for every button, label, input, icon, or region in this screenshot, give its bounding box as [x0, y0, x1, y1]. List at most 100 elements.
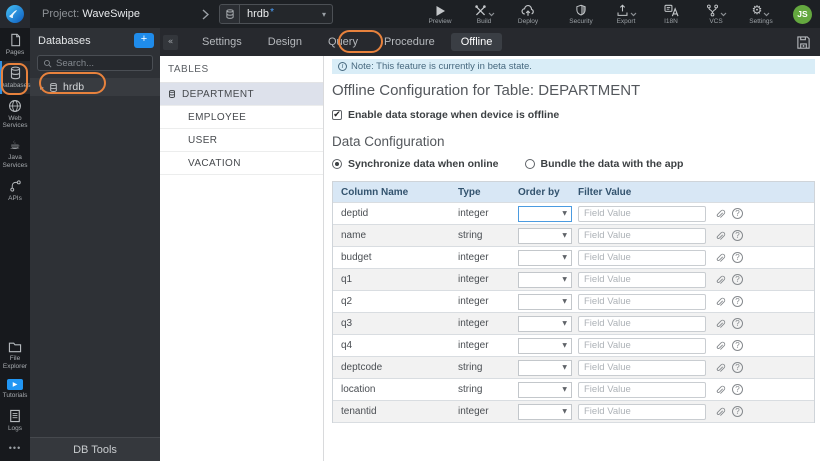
sidebar-item-databases[interactable]: Databases	[0, 60, 31, 94]
enable-offline-checkbox[interactable]: ✔	[332, 110, 342, 120]
db-tools-button[interactable]: DB Tools	[30, 437, 160, 461]
app-logo[interactable]	[0, 0, 30, 28]
offline-config-panel: i Note: This feature is currently in bet…	[324, 56, 820, 461]
help-icon[interactable]: ?	[732, 362, 743, 373]
filter-value-input[interactable]	[578, 205, 706, 222]
order-by-select[interactable]: ▼	[518, 293, 572, 310]
filter-value-input[interactable]	[578, 337, 706, 354]
column-name: q3	[341, 318, 353, 329]
bind-field-icon[interactable]	[714, 296, 726, 308]
help-icon[interactable]: ?	[732, 296, 743, 307]
table-item-department[interactable]: DEPARTMENT	[160, 83, 323, 106]
bind-field-icon[interactable]	[714, 252, 726, 264]
logs-icon	[9, 409, 21, 423]
database-selector[interactable]: hrdb * ▾	[219, 4, 334, 24]
sidebar-more-button[interactable]: •••	[0, 437, 30, 461]
caret-down-icon	[720, 12, 726, 16]
expand-arrow-icon[interactable]: ▸	[40, 83, 44, 92]
order-by-select[interactable]: ▼	[518, 315, 572, 332]
tab-bar: « Settings Design Query Procedure Offlin…	[160, 28, 820, 56]
sidebar-item-logs[interactable]: Logs	[0, 404, 30, 437]
sidebar-item-file-explorer[interactable]: File Explorer	[0, 336, 30, 375]
sidebar-item-apis[interactable]: APIs	[0, 174, 30, 207]
collapse-panel-button[interactable]: «	[163, 34, 178, 50]
caret-down-icon	[763, 12, 770, 16]
table-item-user[interactable]: USER	[160, 129, 323, 152]
sidebar-item-web-services[interactable]: Web Services	[0, 94, 30, 135]
help-icon[interactable]: ?	[732, 318, 743, 329]
help-icon[interactable]: ?	[732, 274, 743, 285]
help-icon[interactable]: ?	[732, 340, 743, 351]
sidebar-item-java-services[interactable]: ☕ Java Services	[0, 134, 30, 174]
radio-bundle-with-app[interactable]: Bundle the data with the app	[524, 158, 683, 170]
order-by-select[interactable]: ▼	[518, 271, 572, 288]
bind-field-icon[interactable]	[714, 340, 726, 352]
page-title: Offline Configuration for Table: DEPARTM…	[332, 82, 641, 99]
settings-button[interactable]: ⚙ Settings	[746, 3, 776, 25]
help-icon[interactable]: ?	[732, 208, 743, 219]
filter-value-input[interactable]	[578, 271, 706, 288]
database-search[interactable]	[37, 55, 153, 71]
table-row: tenantid integer ▼ ?	[333, 401, 814, 423]
filter-value-input[interactable]	[578, 293, 706, 310]
help-icon[interactable]: ?	[732, 384, 743, 395]
build-button[interactable]: Build	[469, 4, 499, 25]
table-row: q4 integer ▼ ?	[333, 335, 814, 357]
table-row: deptid integer ▼ ?	[333, 203, 814, 225]
bind-field-icon[interactable]	[714, 318, 726, 330]
order-by-select[interactable]: ▼	[518, 381, 572, 398]
help-icon[interactable]: ?	[732, 230, 743, 241]
bind-field-icon[interactable]	[714, 362, 726, 374]
help-icon[interactable]: ?	[732, 406, 743, 417]
tab-query[interactable]: Query	[318, 33, 368, 51]
table-item-vacation[interactable]: VACATION	[160, 152, 323, 175]
filter-value-input[interactable]	[578, 381, 706, 398]
database-tree-item-hrdb[interactable]: ▸ hrdb	[30, 78, 160, 96]
table-row: deptcode string ▼ ?	[333, 357, 814, 379]
sidebar-item-pages[interactable]: Pages	[0, 28, 30, 61]
bind-field-icon[interactable]	[714, 406, 726, 418]
order-by-select[interactable]: ▼	[518, 205, 572, 222]
help-icon[interactable]: ?	[732, 252, 743, 263]
order-by-select[interactable]: ▼	[518, 249, 572, 266]
table-item-employee[interactable]: EMPLOYEE	[160, 106, 323, 129]
add-database-button[interactable]: +	[134, 33, 154, 48]
order-by-select[interactable]: ▼	[518, 337, 572, 354]
order-by-select[interactable]: ▼	[518, 227, 572, 244]
tab-settings[interactable]: Settings	[192, 33, 252, 51]
filter-value-input[interactable]	[578, 359, 706, 376]
tab-offline[interactable]: Offline	[450, 33, 503, 51]
wavemaker-studio: Project: WaveSwipe hrdb * ▾ Preview Buil…	[0, 0, 820, 461]
column-name: q1	[341, 274, 353, 285]
tab-design[interactable]: Design	[258, 33, 312, 51]
column-type: integer	[458, 252, 489, 263]
preview-button[interactable]: Preview	[425, 4, 455, 25]
column-type: integer	[458, 208, 489, 219]
filter-value-input[interactable]	[578, 403, 706, 420]
bind-field-icon[interactable]	[714, 230, 726, 242]
user-avatar[interactable]: JS	[793, 4, 812, 24]
vcs-button[interactable]: VCS	[701, 4, 731, 25]
radio-icon	[332, 159, 342, 169]
deploy-button[interactable]: Deploy	[513, 4, 543, 25]
security-button[interactable]: Security	[566, 4, 596, 25]
order-by-select[interactable]: ▼	[518, 359, 572, 376]
filter-value-input[interactable]	[578, 249, 706, 266]
bind-field-icon[interactable]	[714, 384, 726, 396]
filter-value-input[interactable]	[578, 227, 706, 244]
radio-synchronize-online[interactable]: Synchronize data when online	[332, 158, 499, 170]
sidebar-item-tutorials[interactable]: ▶ Tutorials	[0, 374, 30, 404]
filter-value-input[interactable]	[578, 315, 706, 332]
translate-icon	[663, 4, 679, 17]
tables-panel-title: TABLES	[160, 56, 323, 83]
i18n-button[interactable]: I18N	[656, 4, 686, 25]
bind-field-icon[interactable]	[714, 208, 726, 220]
save-icon[interactable]	[796, 35, 811, 50]
tab-procedure[interactable]: Procedure	[374, 33, 445, 51]
export-button[interactable]: Export	[611, 3, 641, 25]
search-input[interactable]	[56, 57, 147, 69]
bind-field-icon[interactable]	[714, 274, 726, 286]
panel-title: Databases	[38, 34, 91, 47]
order-by-select[interactable]: ▼	[518, 403, 572, 420]
column-name: q2	[341, 296, 353, 307]
